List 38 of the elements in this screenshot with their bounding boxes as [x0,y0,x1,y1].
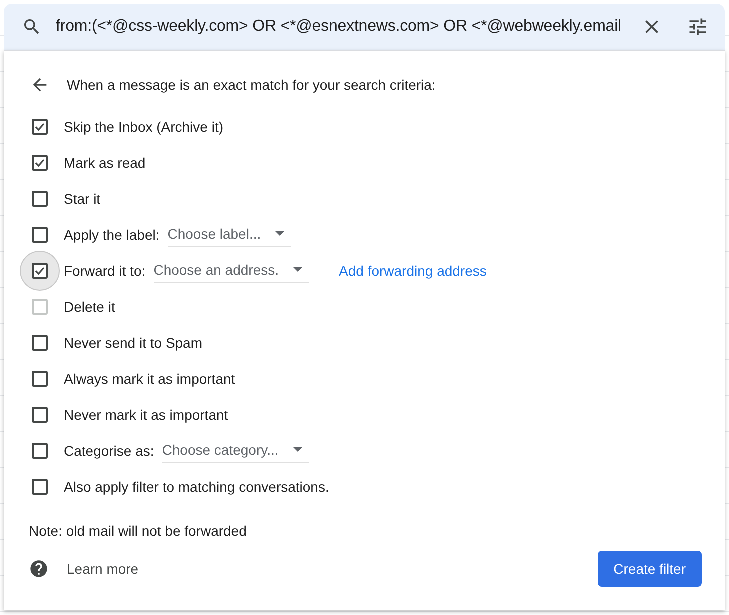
filter-options-icon[interactable] [687,16,709,38]
option-label: Never send it to Spam [64,335,203,351]
caret-icon [292,447,303,452]
option-label: Categorise as: [64,443,154,459]
checkbox[interactable] [32,335,48,351]
option-label: Star it [64,191,101,207]
dropdown[interactable]: Choose category... [162,440,309,462]
checkbox[interactable] [32,371,48,387]
caret-icon [275,231,286,236]
check-icon [34,157,46,169]
learn-more-link[interactable]: Learn more [67,561,598,577]
option-label: Forward it to: [64,263,146,279]
checkbox[interactable] [32,443,48,459]
option-label: Also apply filter to matching conversations. [64,479,330,495]
option-label: Delete it [64,299,116,315]
caret-icon [293,267,304,272]
help-icon[interactable] [29,559,49,579]
dropdown[interactable]: Choose label... [168,224,292,246]
checkbox[interactable] [32,119,48,135]
check-icon [34,265,46,277]
checkbox[interactable] [32,155,48,171]
checkbox[interactable] [32,407,48,423]
checkbox[interactable] [32,263,48,279]
forwarding-note: Note: old mail will not be forwarded [29,523,248,539]
option-label: Mark as read [64,155,146,171]
checkbox[interactable] [32,227,48,243]
dropdown[interactable]: Choose an address. [154,260,310,282]
add-forwarding-link[interactable]: Add forwarding address [339,263,487,279]
option-label: Always mark it as important [64,371,236,387]
criteria-heading: When a message is an exact match for your search criteria: [67,77,436,93]
option-label: Apply the label: [64,227,160,243]
option-label: Skip the Inbox (Archive it) [64,119,224,135]
check-icon [34,121,46,133]
checkbox[interactable] [32,479,48,495]
search-icon[interactable] [22,17,42,37]
create-filter-button[interactable]: Create filter [598,551,702,587]
option-label: Never mark it as important [64,407,228,423]
checkbox[interactable] [32,191,48,207]
